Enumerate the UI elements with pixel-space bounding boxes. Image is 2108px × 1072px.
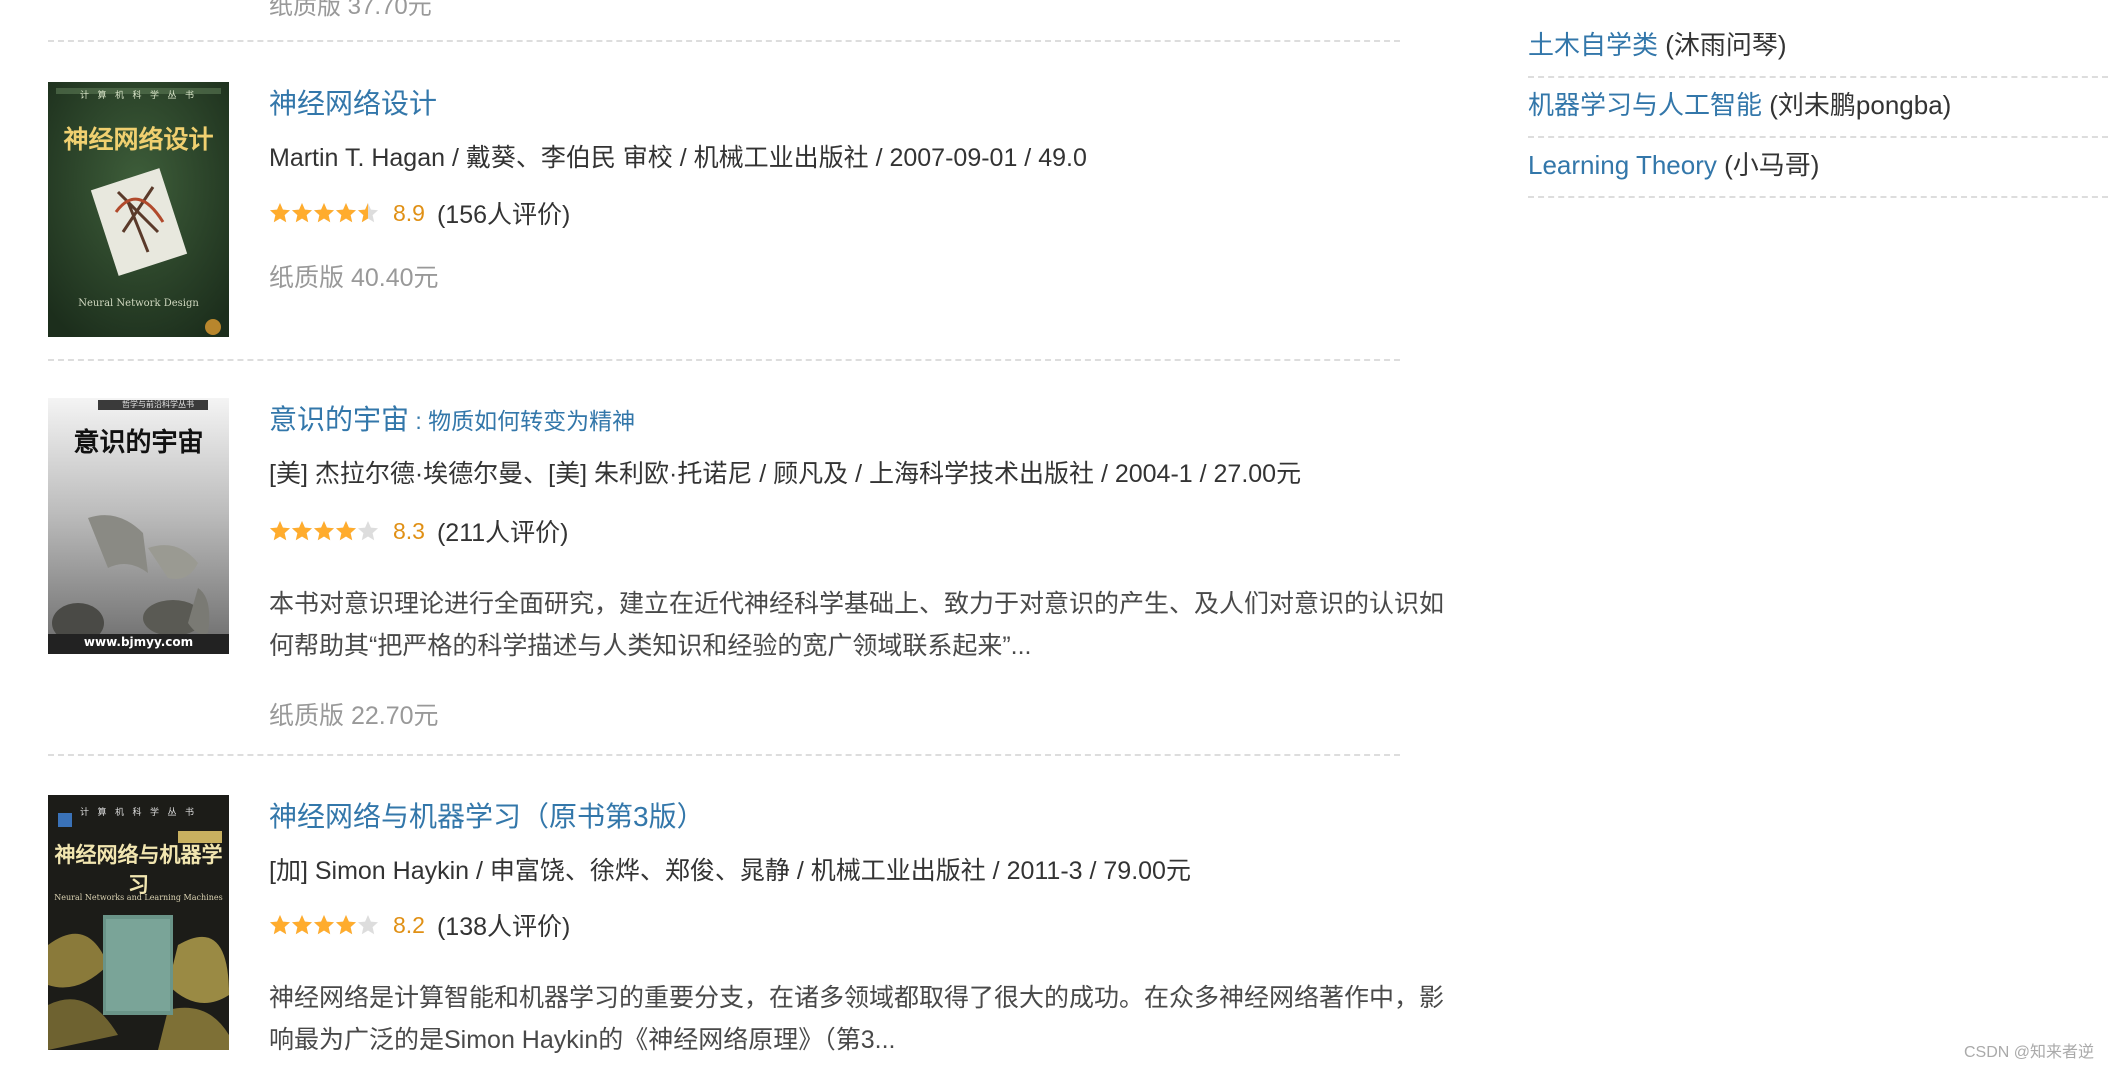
sidebar-item: Learning Theory (小马哥) <box>1528 136 2108 198</box>
book-title-link[interactable]: 神经网络设计 <box>269 82 437 122</box>
book-title[interactable]: 意识的宇宙 <box>269 404 409 435</box>
cover-series-text: 计 算 机 科 学 丛 书 <box>79 807 197 817</box>
book-title[interactable]: 神经网络与机器学习（原书第3版） <box>269 801 705 832</box>
rating-stars <box>269 520 379 542</box>
divider <box>48 40 1400 42</box>
book-cover[interactable]: 计 算 机 科 学 丛 书 神经网络设计 Neural Network Desi… <box>48 82 229 337</box>
rating-count[interactable]: (156人评价) <box>437 195 570 231</box>
sidebar-item-link[interactable]: 机器学习与人工智能 <box>1528 90 1762 120</box>
book-cover[interactable]: 哲学与前沿科学丛书 意识的宇宙 www.bjmyy.com <box>48 398 229 654</box>
star-full-icon <box>314 915 334 935</box>
star-full-icon <box>292 203 312 223</box>
star-full-icon <box>292 915 312 935</box>
book-subtitle[interactable]: : 物质如何转变为精神 <box>409 408 635 434</box>
book-pub-info: [加] Simon Haykin / 申富饶、徐烨、郑俊、晁静 / 机械工业出版… <box>269 857 1191 885</box>
star-full-icon <box>336 203 356 223</box>
book-cover[interactable]: 计 算 机 科 学 丛 书 神经网络与机器学习 Neural Networks … <box>48 795 229 1050</box>
book-price[interactable]: 纸质版 40.40元 <box>269 258 439 294</box>
sidebar-item-author: (沐雨问琴) <box>1658 30 1787 60</box>
star-full-icon <box>292 521 312 541</box>
book-rating: 8.3 (211人评价) <box>269 514 569 548</box>
cover-title-text: 神经网络与机器学习 <box>54 842 223 897</box>
book-cover-image <box>48 795 229 1050</box>
star-empty-icon <box>358 521 378 541</box>
cover-en-text: Neural Networks and Learning Machines <box>54 893 223 902</box>
sidebar-item-author: (小马哥) <box>1716 150 1820 180</box>
rating-stars <box>269 914 379 936</box>
cover-series-text: 计 算 机 科 学 丛 书 <box>79 90 197 100</box>
book-price[interactable]: 纸质版 22.70元 <box>269 696 439 732</box>
watermark: CSDN @知来者逆 <box>1963 1044 2094 1061</box>
cover-title-text: 意识的宇宙 <box>73 428 204 458</box>
cover-title-text: 神经网络设计 <box>63 125 214 154</box>
book-pub-info: Martin T. Hagan / 戴葵、李伯民 审校 / 机械工业出版社 / … <box>269 144 1087 172</box>
star-half-icon <box>358 203 378 223</box>
star-full-icon <box>270 915 290 935</box>
rating-count[interactable]: (211人评价) <box>437 513 569 549</box>
book-description: 本书对意识理论进行全面研究，建立在近代神经科学基础上、致力于对意识的产生、及人们… <box>269 590 1445 660</box>
star-full-icon <box>336 915 356 935</box>
rating-score: 8.2 <box>393 911 425 938</box>
rating-stars <box>269 202 379 224</box>
book-item: 哲学与前沿科学丛书 意识的宇宙 www.bjmyy.com 意识的宇宙 : 物质… <box>48 398 1444 758</box>
book-description: 神经网络是计算智能和机器学习的重要分支，在诸多领域都取得了很大的成功。在众多神经… <box>269 984 1445 1054</box>
star-full-icon <box>314 203 334 223</box>
cover-series-text: 哲学与前沿科学丛书 <box>122 400 194 409</box>
previous-book-price: 纸质版 37.70元 <box>269 0 432 20</box>
sidebar-item: 机器学习与人工智能 (刘未鹏pongba) <box>1528 76 2108 138</box>
rating-score: 8.3 <box>393 517 425 544</box>
book-rating: 8.2 (138人评价) <box>269 908 570 942</box>
book-rating: 8.9 (156人评价) <box>269 196 570 230</box>
book-pub-info: [美] 杰拉尔德·埃德尔曼、[美] 朱利欧·托诺尼 / 顾凡及 / 上海科学技术… <box>269 460 1302 488</box>
cover-en-text: Neural Network Design <box>78 298 199 309</box>
book-title-link[interactable]: 神经网络与机器学习（原书第3版） <box>269 795 705 835</box>
sidebar-item-author: (刘未鹏pongba) <box>1762 90 1952 120</box>
star-full-icon <box>270 521 290 541</box>
divider <box>48 754 1400 756</box>
rating-score: 8.9 <box>393 199 425 226</box>
star-empty-icon <box>358 915 378 935</box>
sidebar-item-link[interactable]: 土木自学类 <box>1528 30 1658 60</box>
star-full-icon <box>270 203 290 223</box>
book-item: 计 算 机 科 学 丛 书 神经网络与机器学习 Neural Networks … <box>48 795 1444 1072</box>
book-title[interactable]: 神经网络设计 <box>269 88 437 119</box>
cover-watermark-text: www.bjmyy.com <box>83 635 194 649</box>
divider <box>48 359 1400 361</box>
book-item: 计 算 机 科 学 丛 书 神经网络设计 Neural Network Desi… <box>48 82 1400 337</box>
book-title-link[interactable]: 意识的宇宙 : 物质如何转变为精神 <box>269 398 635 438</box>
rating-count[interactable]: (138人评价) <box>437 907 570 943</box>
sidebar-item: 土木自学类 (沐雨问琴) <box>1528 16 2108 78</box>
sidebar-item-link[interactable]: Learning Theory <box>1528 150 1717 180</box>
star-full-icon <box>336 521 356 541</box>
star-full-icon <box>314 521 334 541</box>
